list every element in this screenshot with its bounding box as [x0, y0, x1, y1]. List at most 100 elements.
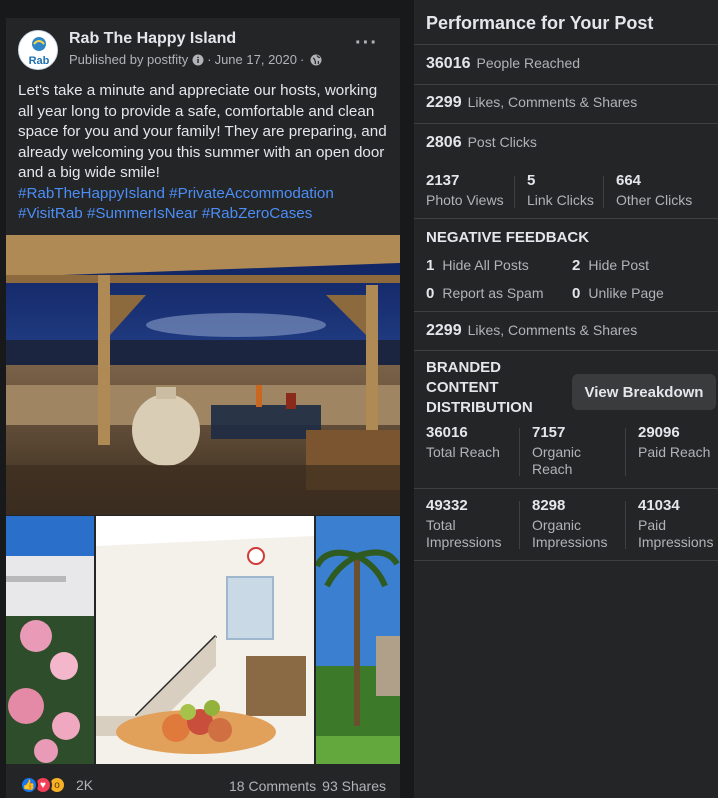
negative-feedback-title: NEGATIVE FEEDBACK: [426, 229, 590, 246]
other-clicks: 664 Other Clicks: [616, 172, 692, 209]
people-reached-value: 36016: [426, 55, 471, 72]
panel-title: Performance for Your Post: [426, 13, 654, 33]
engagement-value: 2299: [426, 94, 462, 111]
divider: [414, 218, 718, 219]
photo-views-label: Photo Views: [426, 192, 504, 208]
post-footer: 👍 ♥ o 2K 18 Comments 93 Shares: [6, 773, 400, 798]
people-reached-label: People Reached: [476, 55, 581, 71]
paid-reach: 29096 Paid Reach: [638, 424, 710, 461]
page-name[interactable]: Rab The Happy Island: [69, 30, 236, 48]
paid-reach-value: 29096: [638, 424, 680, 441]
other-clicks-value: 664: [616, 172, 642, 189]
view-breakdown-button[interactable]: View Breakdown: [572, 374, 716, 410]
divider: [414, 311, 718, 312]
neg-value: 1: [426, 257, 435, 274]
neg-label: Hide Post: [588, 257, 650, 273]
link-clicks-value: 5: [527, 172, 536, 189]
published-by[interactable]: Published by postfity: [69, 52, 188, 67]
photo-views-value: 2137: [426, 172, 460, 189]
branded-title-line: DISTRIBUTION: [426, 399, 533, 416]
neg-unlike-page: 0 Unlike Page: [572, 285, 664, 302]
neg-value: 0: [572, 285, 581, 302]
branded-title-line: BRANDED: [426, 359, 501, 376]
facebook-post: Rab Rab The Happy Island Published by po…: [6, 18, 400, 798]
neg-label: Report as Spam: [442, 285, 544, 301]
label-line: Reach: [532, 461, 573, 477]
neg-value: 2: [572, 257, 581, 274]
branded-title-line: CONTENT: [426, 379, 499, 396]
paid-impressions-value: 41034: [638, 497, 680, 514]
photo-views: 2137 Photo Views: [426, 172, 504, 209]
branded-content-title: BRANDED CONTENT DISTRIBUTION: [426, 358, 533, 418]
organic-reach-label: Organic Reach: [532, 444, 581, 478]
organic-impressions-value: 8298: [532, 497, 566, 514]
total-reach-value: 36016: [426, 424, 468, 441]
label-line: Paid: [638, 517, 667, 533]
organic-reach-value: 7157: [532, 424, 566, 441]
divider: [519, 428, 520, 476]
link-clicks-label: Link Clicks: [527, 192, 594, 208]
insights-panel: Performance for Your Post 36016 People R…: [414, 0, 718, 798]
organic-reach: 7157 Organic Reach: [532, 424, 581, 478]
neg-report-spam: 0 Report as Spam: [426, 285, 544, 302]
more-options-icon[interactable]: ···: [355, 33, 378, 53]
engagement-label: Likes, Comments & Shares: [467, 322, 638, 338]
engagement-repeat: 2299 Likes, Comments & Shares: [426, 322, 637, 340]
shares-count[interactable]: 93 Shares: [322, 778, 386, 794]
divider: [625, 501, 626, 549]
divider: [414, 560, 718, 561]
paid-reach-label: Paid Reach: [638, 444, 711, 460]
neg-hide-post: 2 Hide Post: [572, 257, 649, 274]
post-clicks: 2806 Post Clicks: [426, 134, 537, 152]
total-reach: 36016 Total Reach: [426, 424, 500, 461]
page-avatar[interactable]: Rab: [18, 30, 58, 70]
post-date[interactable]: June 17, 2020: [215, 52, 297, 67]
rab-logo-icon: Rab: [19, 31, 57, 69]
hashtag[interactable]: #RabZeroCases: [202, 205, 313, 222]
like-icon: 👍: [20, 776, 38, 794]
post-photo-row: [6, 516, 400, 764]
link-clicks: 5 Link Clicks: [527, 172, 594, 209]
label-line: Impressions: [426, 534, 502, 550]
label-line: Impressions: [638, 534, 714, 550]
hashtag[interactable]: #VisitRab: [18, 205, 83, 222]
neg-hide-all-posts: 1 Hide All Posts: [426, 257, 529, 274]
total-impressions-label: Total Impressions: [426, 517, 501, 551]
hashtag[interactable]: #SummerIsNear: [87, 205, 198, 222]
divider: [514, 176, 515, 208]
divider: [414, 123, 718, 124]
post-photo-flowers[interactable]: [6, 516, 94, 764]
divider: [414, 84, 718, 85]
engagement: 2299 Likes, Comments & Shares: [426, 94, 637, 112]
divider: [414, 488, 718, 489]
engagement-label: Likes, Comments & Shares: [467, 94, 638, 110]
organic-impressions: 8298 Organic Impressions: [532, 497, 607, 551]
hashtag[interactable]: #RabTheHappyIsland: [18, 185, 165, 202]
comments-count[interactable]: 18 Comments: [229, 778, 316, 794]
info-icon[interactable]: [192, 54, 204, 66]
divider: [414, 44, 718, 45]
label-line: Organic: [532, 517, 582, 533]
people-reached: 36016 People Reached: [426, 55, 580, 73]
organic-impressions-label: Organic Impressions: [532, 517, 607, 551]
divider: [625, 428, 626, 476]
post-photo-terrace[interactable]: [6, 235, 400, 515]
engagement-value: 2299: [426, 322, 462, 339]
other-clicks-label: Other Clicks: [616, 192, 693, 208]
label-line: Organic: [532, 444, 582, 460]
divider: [414, 350, 718, 351]
divider: [603, 176, 604, 208]
reaction-count[interactable]: 2K: [76, 777, 93, 793]
globe-icon: [310, 54, 322, 65]
post-photo-palms[interactable]: [316, 516, 400, 764]
engagement-counts: 18 Comments 93 Shares: [229, 778, 386, 794]
hashtag[interactable]: #PrivateAccommodation: [169, 185, 334, 202]
neg-value: 0: [426, 285, 435, 302]
label-line: Impressions: [532, 534, 608, 550]
post-clicks-value: 2806: [426, 134, 462, 151]
post-header: Rab Rab The Happy Island Published by po…: [6, 18, 400, 70]
avatar-text: Rab: [29, 55, 50, 67]
post-photo-interior[interactable]: [96, 516, 314, 764]
neg-label: Hide All Posts: [442, 257, 529, 273]
reactions[interactable]: 👍 ♥ o 2K: [20, 776, 93, 794]
